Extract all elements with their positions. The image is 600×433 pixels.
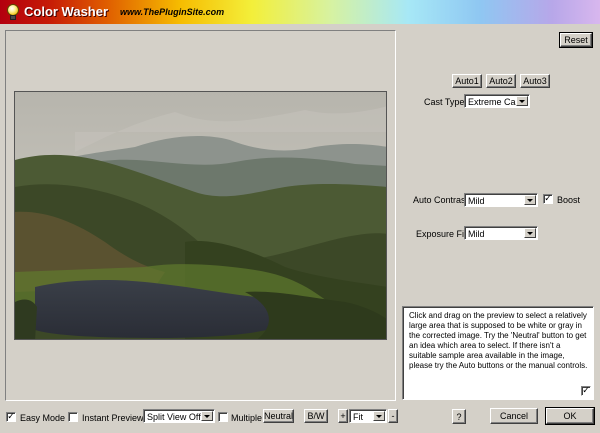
- title-bar[interactable]: Color Washer www.ThePluginSite.com: [0, 0, 600, 24]
- chevron-down-icon[interactable]: [524, 195, 536, 205]
- chevron-down-icon[interactable]: [524, 228, 536, 238]
- chevron-down-icon[interactable]: [373, 411, 385, 421]
- split-view-select[interactable]: Split View Off: [143, 409, 215, 423]
- auto-contrast-label: Auto Contrast: [413, 195, 469, 205]
- lightbulb-icon: [6, 4, 20, 20]
- app-title: Color Washer: [24, 4, 109, 19]
- exposure-fix-select[interactable]: Mild: [464, 226, 538, 240]
- reset-button[interactable]: Reset: [559, 32, 593, 48]
- boost-label: Boost: [557, 195, 581, 205]
- chevron-down-icon[interactable]: [516, 96, 528, 106]
- auto1-button[interactable]: Auto1: [452, 74, 482, 88]
- zoom-out-button[interactable]: -: [388, 409, 398, 423]
- exposure-fix-label: Exposure Fix: [416, 229, 469, 239]
- landscape-photo: [15, 92, 386, 339]
- neutral-button[interactable]: Neutral: [263, 409, 294, 423]
- help-text: Click and drag on the preview to select …: [409, 311, 588, 370]
- preview-image[interactable]: [14, 91, 387, 340]
- zoom-select[interactable]: Fit: [349, 409, 387, 423]
- help-text-box: Click and drag on the preview to select …: [402, 306, 594, 400]
- cancel-button[interactable]: Cancel: [490, 408, 538, 424]
- bw-button[interactable]: B/W: [304, 409, 328, 423]
- instant-preview-label: Instant Preview: [82, 413, 144, 423]
- chevron-down-icon[interactable]: [201, 411, 213, 421]
- multiple-checkbox[interactable]: [218, 412, 228, 422]
- easy-mode-label: Easy Mode: [20, 413, 66, 423]
- auto2-button[interactable]: Auto2: [486, 74, 516, 88]
- easy-mode-checkbox[interactable]: ✓: [6, 412, 16, 422]
- help-button[interactable]: ?: [452, 409, 466, 424]
- help-checkbox[interactable]: ✓: [581, 386, 591, 396]
- ok-button[interactable]: OK: [545, 407, 595, 425]
- cast-type-select[interactable]: Extreme Cast: [464, 94, 530, 108]
- zoom-in-button[interactable]: +: [338, 409, 348, 423]
- multiple-label: Multiple: [231, 413, 263, 423]
- instant-preview-checkbox[interactable]: [68, 412, 78, 422]
- auto3-button[interactable]: Auto3: [520, 74, 550, 88]
- auto-contrast-select[interactable]: Mild: [464, 193, 538, 207]
- cast-type-label: Cast Type: [424, 97, 465, 107]
- app-url[interactable]: www.ThePluginSite.com: [120, 7, 224, 17]
- boost-checkbox[interactable]: ✓: [543, 194, 553, 204]
